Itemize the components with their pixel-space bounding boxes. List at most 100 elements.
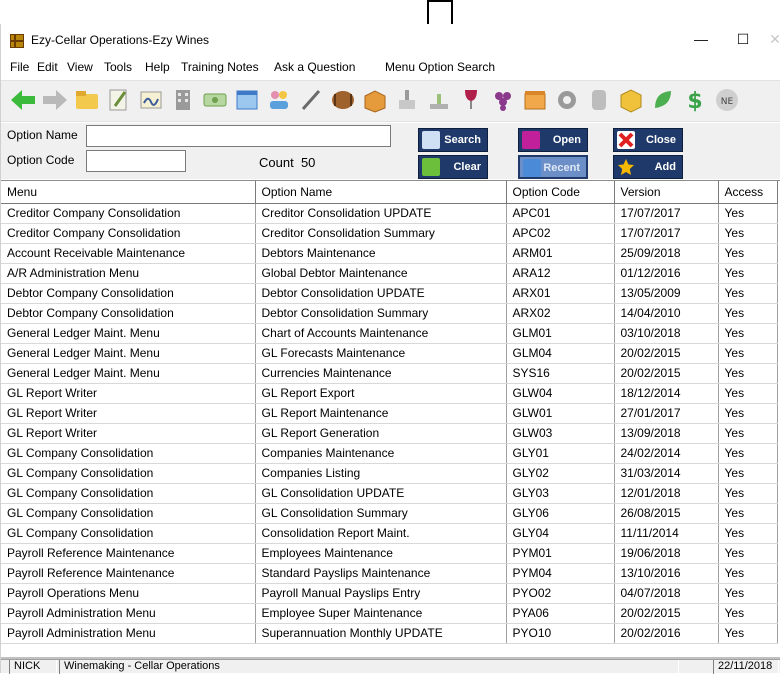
cell-version: 20/02/2015 bbox=[614, 603, 719, 624]
package-icon[interactable] bbox=[617, 86, 645, 114]
table-row[interactable]: Payroll Administration Menu Employee Supe… bbox=[1, 603, 778, 624]
cell-option-name: Creditor Consolidation UPDATE bbox=[255, 203, 507, 224]
cell-option-name: Companies Listing bbox=[255, 463, 507, 484]
table-row[interactable]: A/R Administration Menu Global Debtor Mai… bbox=[1, 263, 778, 284]
column-header-version[interactable]: Version bbox=[614, 181, 719, 204]
cell-option-name: Debtor Consolidation UPDATE bbox=[255, 283, 507, 304]
table-header-row: Menu Option Name Option Code Version Acc… bbox=[1, 181, 778, 204]
bottle-press-icon[interactable] bbox=[393, 86, 421, 114]
status-date: 22/11/2018 bbox=[713, 660, 779, 674]
cell-option-name: GL Report Generation bbox=[255, 423, 507, 444]
table-row[interactable]: Debtor Company Consolidation Debtor Conso… bbox=[1, 283, 778, 304]
table-row[interactable]: GL Report Writer GL Report Maintenance GLW… bbox=[1, 403, 778, 424]
tank-icon[interactable] bbox=[585, 86, 613, 114]
building-icon[interactable] bbox=[169, 86, 197, 114]
cell-option-code: PYA06 bbox=[506, 603, 615, 624]
table-row[interactable]: General Ledger Maint. Menu Currencies Mai… bbox=[1, 363, 778, 384]
menu-edit[interactable]: Edit bbox=[37, 60, 58, 74]
leaf-icon[interactable] bbox=[649, 86, 677, 114]
table-row[interactable]: Account Receivable Maintenance Debtors Ma… bbox=[1, 243, 778, 264]
back-arrow-icon[interactable] bbox=[9, 86, 37, 114]
table-row[interactable]: Payroll Operations Menu Payroll Manual Pa… bbox=[1, 583, 778, 604]
maximize-button[interactable]: ☐ bbox=[729, 28, 757, 50]
cell-option-code: GLY01 bbox=[506, 443, 615, 464]
table-row[interactable]: GL Company Consolidation Companies Listin… bbox=[1, 463, 778, 484]
menu-ask-a-question[interactable]: Ask a Question bbox=[274, 60, 355, 74]
cell-menu: Account Receivable Maintenance bbox=[1, 243, 256, 264]
column-header-option-code[interactable]: Option Code bbox=[506, 181, 615, 204]
table-row[interactable]: Creditor Company Consolidation Creditor C… bbox=[1, 203, 778, 224]
recent-button[interactable]: Recent bbox=[518, 155, 588, 179]
forward-arrow-icon[interactable] bbox=[41, 86, 69, 114]
menu-help[interactable]: Help bbox=[145, 60, 170, 74]
table-row[interactable]: Debtor Company Consolidation Debtor Conso… bbox=[1, 303, 778, 324]
crate-icon[interactable] bbox=[361, 86, 389, 114]
cell-version: 13/09/2018 bbox=[614, 423, 719, 444]
cell-option-name: GL Consolidation Summary bbox=[255, 503, 507, 524]
table-row[interactable]: Payroll Reference Maintenance Standard Pa… bbox=[1, 563, 778, 584]
cell-option-name: Debtors Maintenance bbox=[255, 243, 507, 264]
open-button[interactable]: Open bbox=[518, 128, 588, 152]
cell-version: 13/10/2016 bbox=[614, 563, 719, 584]
option-code-input[interactable] bbox=[86, 150, 186, 172]
cell-option-name: Chart of Accounts Maintenance bbox=[255, 323, 507, 344]
svg-text:NE: NE bbox=[721, 97, 734, 107]
users-icon[interactable] bbox=[265, 86, 293, 114]
clear-button[interactable]: Clear bbox=[418, 155, 488, 179]
money-icon[interactable] bbox=[201, 86, 229, 114]
cell-option-code: ARX02 bbox=[506, 303, 615, 324]
cell-access: Yes bbox=[718, 423, 778, 444]
table-row[interactable]: General Ledger Maint. Menu GL Forecasts M… bbox=[1, 343, 778, 364]
cell-option-code: SYS16 bbox=[506, 363, 615, 384]
cell-version: 17/07/2017 bbox=[614, 223, 719, 244]
column-header-access[interactable]: Access bbox=[718, 181, 778, 204]
table-row[interactable]: Payroll Administration Menu Superannuatio… bbox=[1, 623, 778, 644]
search-button[interactable]: Search bbox=[418, 128, 488, 152]
column-header-menu[interactable]: Menu bbox=[1, 181, 256, 204]
recent-icon bbox=[523, 159, 541, 177]
menu-file[interactable]: File bbox=[10, 60, 29, 74]
scale-icon[interactable] bbox=[425, 86, 453, 114]
gear-icon[interactable] bbox=[553, 86, 581, 114]
table-row[interactable]: GL Company Consolidation GL Consolidation… bbox=[1, 483, 778, 504]
dollar-icon[interactable]: $ bbox=[681, 86, 709, 114]
cell-access: Yes bbox=[718, 243, 778, 264]
menu-training-notes[interactable]: Training Notes bbox=[181, 60, 259, 74]
option-name-input[interactable] bbox=[86, 125, 391, 147]
pen-icon[interactable] bbox=[297, 86, 325, 114]
close-button[interactable]: Close bbox=[613, 128, 683, 152]
cell-access: Yes bbox=[718, 223, 778, 244]
table-row[interactable]: General Ledger Maint. Menu Chart of Accou… bbox=[1, 323, 778, 344]
cell-access: Yes bbox=[718, 543, 778, 564]
barrel-icon[interactable] bbox=[329, 86, 357, 114]
table-row[interactable]: GL Company Consolidation GL Consolidation… bbox=[1, 503, 778, 524]
cell-option-code: ARM01 bbox=[506, 243, 615, 264]
wine-glass-icon[interactable] bbox=[457, 86, 485, 114]
table-row[interactable]: GL Company Consolidation Companies Mainte… bbox=[1, 443, 778, 464]
cell-access: Yes bbox=[718, 283, 778, 304]
column-header-option-name[interactable]: Option Name bbox=[255, 181, 507, 204]
pen-notes-icon[interactable] bbox=[105, 86, 133, 114]
box-icon[interactable] bbox=[521, 86, 549, 114]
menu-bar: File Edit View Tools Help Training Notes… bbox=[1, 58, 780, 78]
signature-icon[interactable] bbox=[137, 86, 165, 114]
minimize-button[interactable]: — bbox=[687, 28, 715, 50]
table-row[interactable]: Creditor Company Consolidation Creditor C… bbox=[1, 223, 778, 244]
table-row[interactable]: GL Report Writer GL Report Generation GLW0… bbox=[1, 423, 778, 444]
folder-open-icon[interactable] bbox=[73, 86, 101, 114]
cell-version: 03/10/2018 bbox=[614, 323, 719, 344]
table-row[interactable]: Payroll Reference Maintenance Employees M… bbox=[1, 543, 778, 564]
close-window-button[interactable]: ✕ bbox=[761, 28, 780, 50]
table-row[interactable]: GL Report Writer GL Report Export GLW04 18/… bbox=[1, 383, 778, 404]
menu-tools[interactable]: Tools bbox=[104, 60, 132, 74]
add-button[interactable]: Add bbox=[613, 155, 683, 179]
cell-option-name: GL Consolidation UPDATE bbox=[255, 483, 507, 504]
window-icon[interactable] bbox=[233, 86, 261, 114]
menu-view[interactable]: View bbox=[67, 60, 93, 74]
svg-text:$: $ bbox=[687, 89, 702, 114]
grapes-icon[interactable] bbox=[489, 86, 517, 114]
menu-option-search[interactable]: Menu Option Search bbox=[385, 60, 495, 74]
cell-option-code: GLM01 bbox=[506, 323, 615, 344]
network-icon[interactable]: NE bbox=[713, 86, 741, 114]
table-row[interactable]: GL Company Consolidation Consolidation Re… bbox=[1, 523, 778, 544]
